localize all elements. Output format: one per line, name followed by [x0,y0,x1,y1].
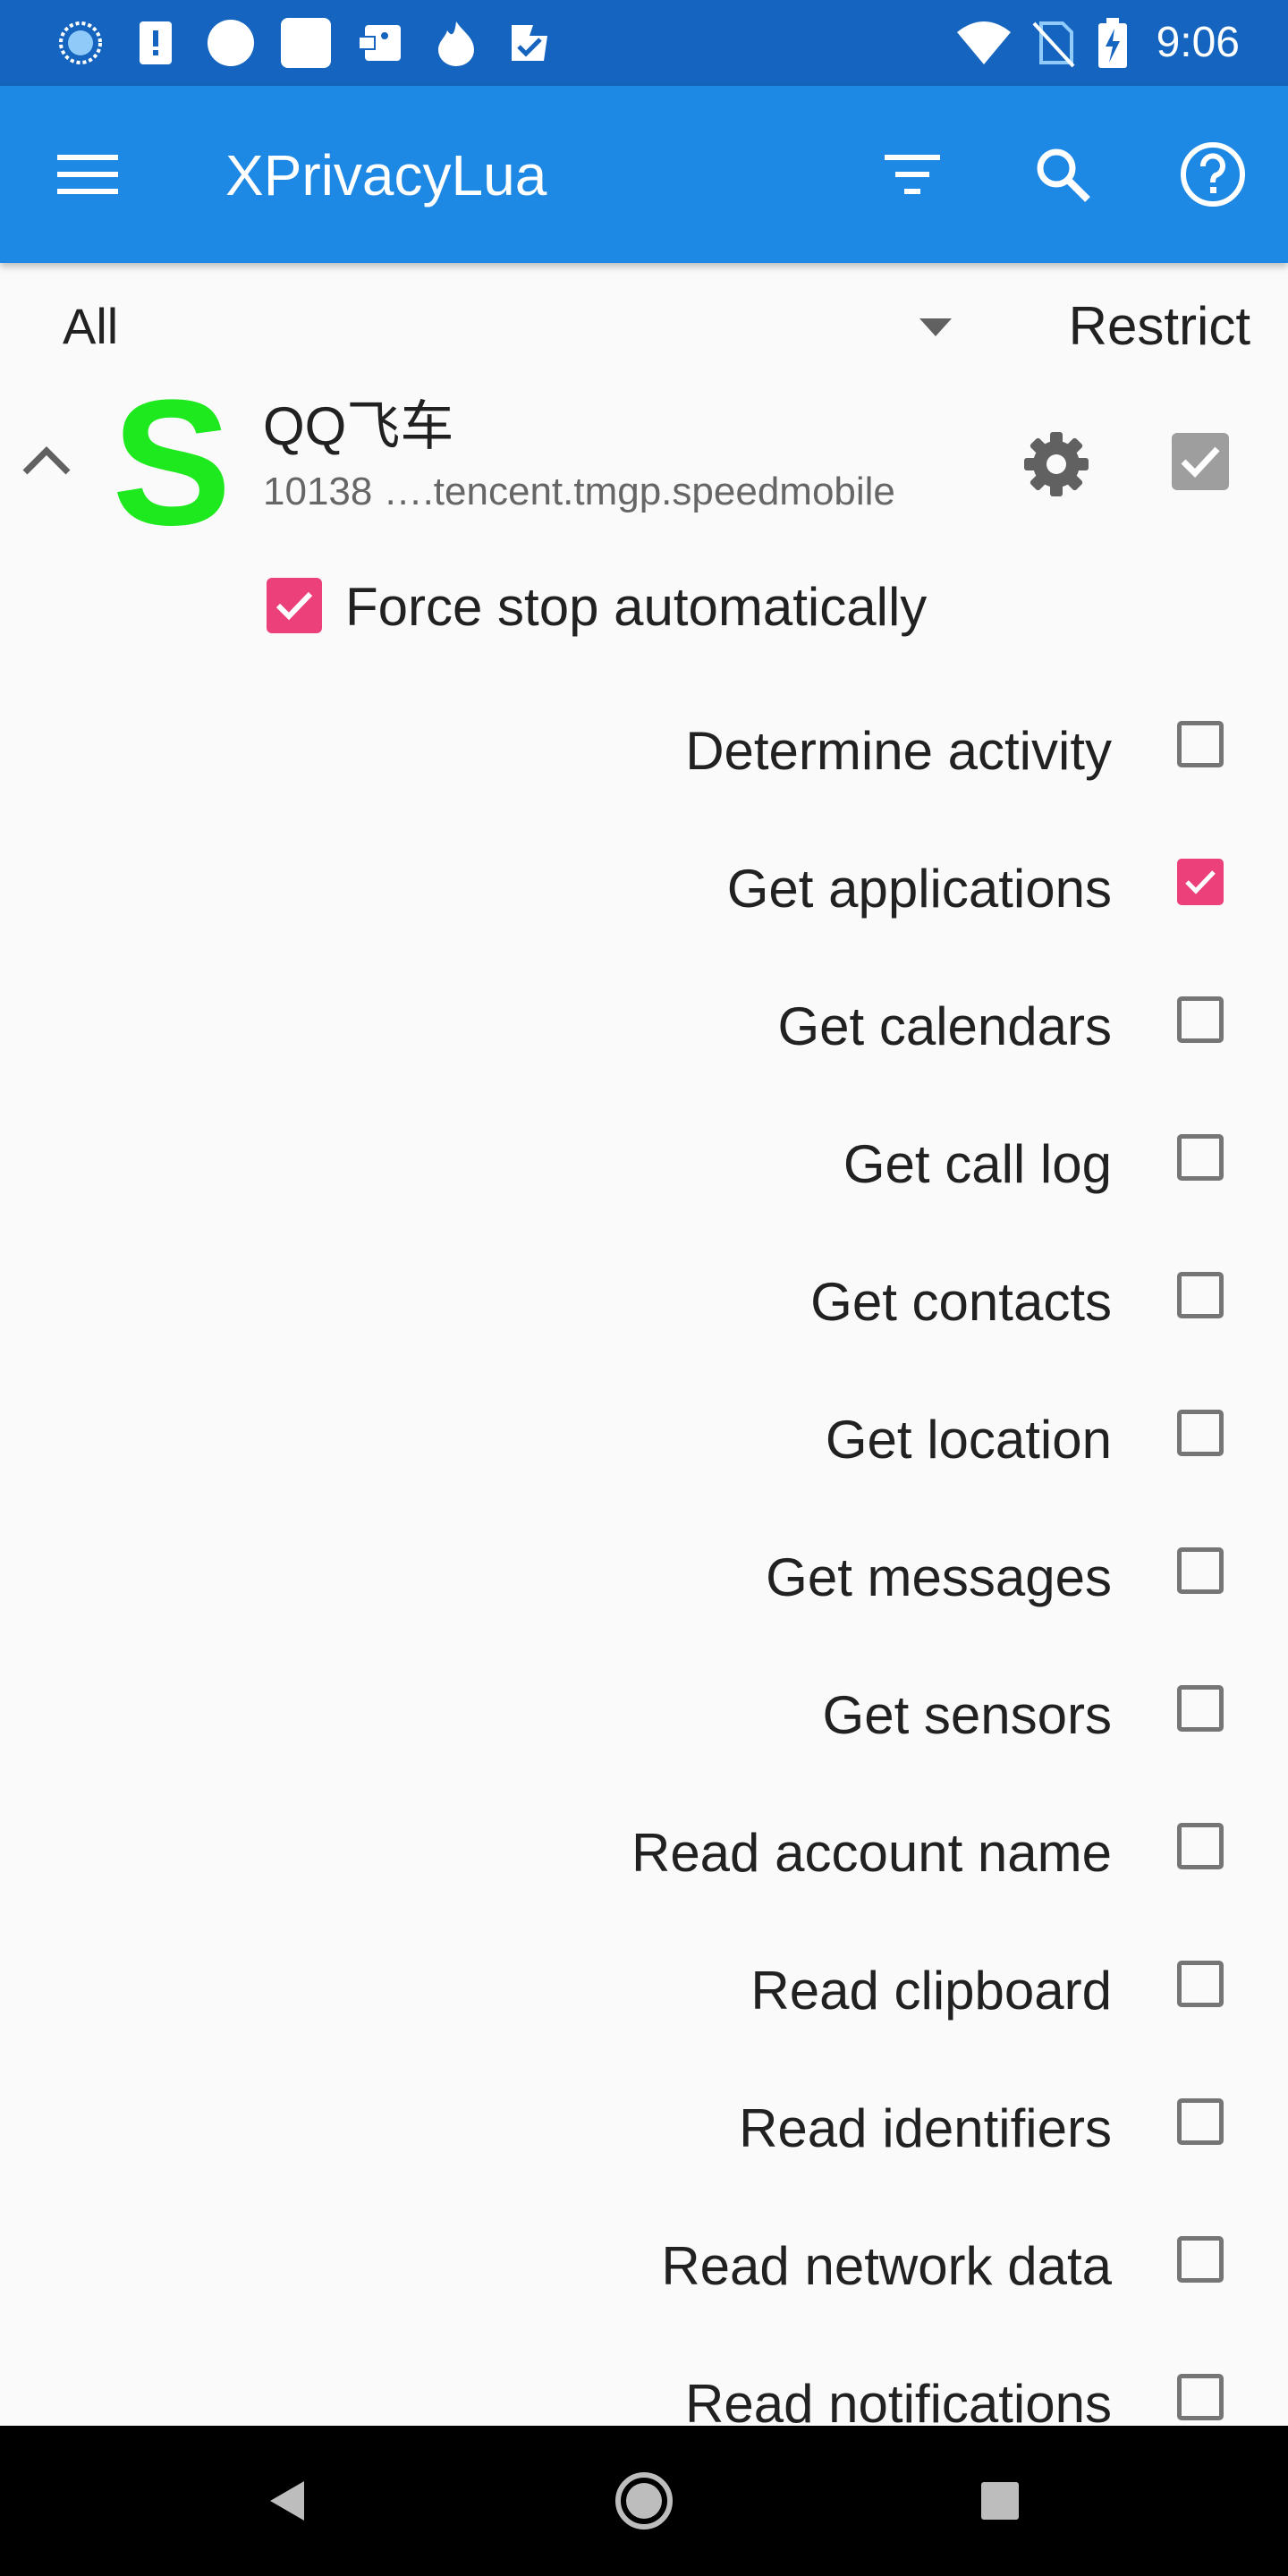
category-spinner-value[interactable]: All [63,295,118,358]
restriction-list: Determine activity Get applications Get … [0,689,1288,2479]
restriction-checkbox[interactable] [1177,1410,1224,1456]
notification-icon [358,25,401,61]
check-flag-icon [512,25,547,61]
gear-icon [1024,432,1089,496]
restriction-row: Get sensors [0,1653,1288,1791]
restriction-label: Get calendars [777,996,1112,1056]
filter-icon [885,155,940,194]
menu-button[interactable] [45,131,131,217]
search-icon [1037,148,1090,202]
restriction-row: Get messages [0,1515,1288,1653]
app-restrict-checkbox[interactable] [1172,433,1229,490]
restriction-label: Get call log [843,1134,1112,1194]
restriction-row: Get contacts [0,1240,1288,1377]
restriction-label: Determine activity [685,721,1112,781]
restriction-row: Get location [0,1377,1288,1515]
battery-charging-icon [1098,18,1127,68]
search-button[interactable] [1020,131,1106,217]
restriction-row: Get applications [0,826,1288,964]
restrict-header-label: Restrict [1068,296,1250,356]
clock: 9:06 [1156,19,1240,66]
restriction-checkbox[interactable] [1177,1272,1224,1318]
filter-button[interactable] [869,131,955,217]
back-icon [270,2481,304,2521]
chevron-up-icon[interactable] [14,429,79,494]
restriction-label: Get messages [766,1547,1112,1607]
menu-icon [57,155,118,194]
spinner-icon [59,21,102,64]
restriction-label: Get location [825,1410,1112,1470]
restriction-checkbox[interactable] [1177,1547,1224,1594]
check-icon [1185,870,1216,894]
restriction-row: Read identifiers [0,2066,1288,2204]
restriction-checkbox[interactable] [1177,1134,1224,1181]
recents-icon [981,2482,1019,2520]
restriction-checkbox[interactable] [1177,2098,1224,2145]
restriction-label: Get applications [726,859,1112,919]
force-stop-checkbox[interactable] [267,578,322,633]
navigation-bar [0,2426,1288,2576]
app-name: QQ飞车 [263,396,454,456]
restriction-checkbox[interactable] [1177,996,1224,1043]
force-stop-row: Force stop automatically [0,555,1288,662]
help-icon [1181,142,1245,207]
wifi-icon [957,21,1011,64]
app-icon: S [112,363,232,563]
back-button[interactable] [250,2465,322,2537]
restriction-label: Get sensors [822,1685,1112,1745]
home-icon [615,2472,673,2529]
restriction-label: Read network data [661,2236,1112,2296]
square-icon [281,18,331,68]
app-item[interactable]: S QQ飞车 10138 ….tencent.tmgp.speedmobile [0,363,1288,563]
app-bar: XPrivacyLua [0,86,1288,263]
restriction-checkbox[interactable] [1177,859,1224,905]
check-icon [1181,446,1220,479]
restriction-label: Read clipboard [750,1961,1112,2021]
status-bar: 9:06 [0,0,1288,86]
restriction-checkbox[interactable] [1177,2236,1224,2283]
fire-icon [438,21,474,66]
restriction-label: Read identifiers [739,2098,1112,2158]
force-stop-label: Force stop automatically [345,577,928,637]
circle-icon [208,20,254,66]
home-button[interactable] [608,2465,680,2537]
restriction-checkbox[interactable] [1177,1823,1224,1869]
alert-icon [140,21,172,64]
restriction-row: Read account name [0,1791,1288,1928]
restriction-checkbox[interactable] [1177,1685,1224,1732]
restriction-label: Read account name [631,1823,1112,1883]
check-icon [275,591,313,621]
restriction-row: Determine activity [0,689,1288,826]
restriction-row: Get call log [0,1102,1288,1240]
dropdown-arrow-icon[interactable] [918,313,953,340]
app-title: XPrivacyLua [225,143,547,208]
restriction-row: Read clipboard [0,1928,1288,2066]
restriction-checkbox[interactable] [1177,721,1224,767]
app-package: 10138 ….tencent.tmgp.speedmobile [263,470,895,513]
restriction-checkbox[interactable] [1177,1961,1224,2007]
recents-button[interactable] [964,2465,1036,2537]
no-sim-icon [1032,21,1075,68]
app-settings-button[interactable] [1016,424,1097,504]
restriction-row: Read network data [0,2204,1288,2342]
restriction-checkbox[interactable] [1177,2374,1224,2420]
help-button[interactable] [1170,131,1256,217]
restriction-row: Get calendars [0,964,1288,1102]
restriction-label: Get contacts [810,1272,1112,1332]
